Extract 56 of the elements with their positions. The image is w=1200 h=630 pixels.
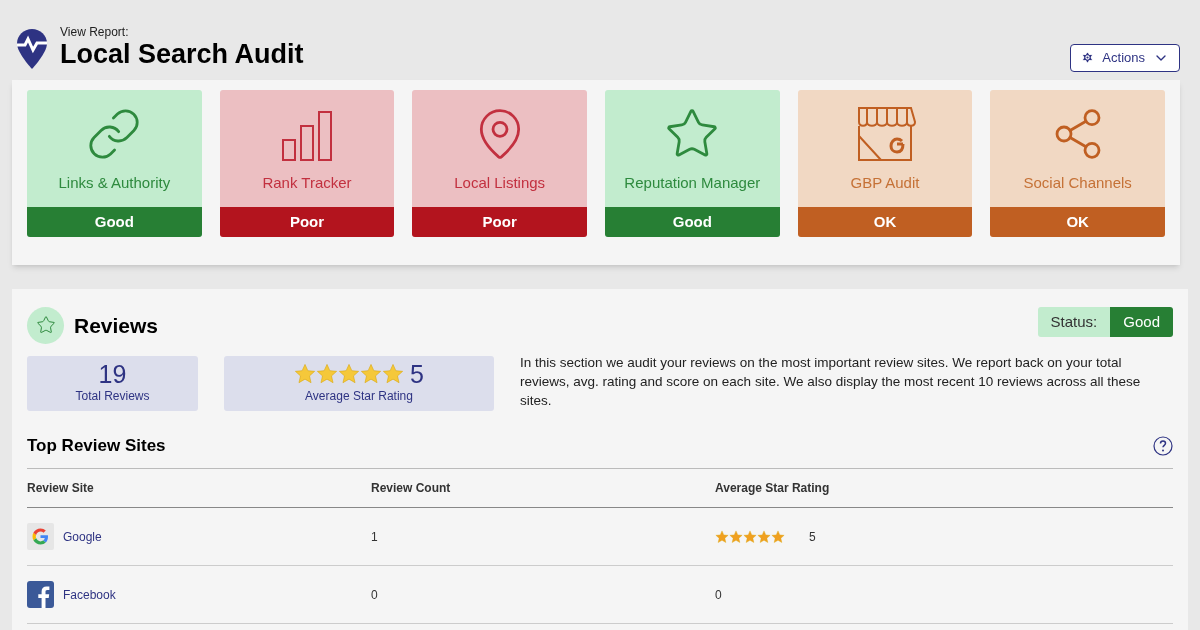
- total-label: Total Reviews: [75, 387, 150, 405]
- help-icon[interactable]: [1153, 435, 1173, 456]
- card-label: GBP Audit: [850, 173, 920, 194]
- status-bar: Poor: [412, 206, 587, 237]
- rating-star-icon: [771, 529, 785, 544]
- settings-icon: [1081, 51, 1095, 65]
- card-label: Local Listings: [454, 173, 546, 194]
- rating-star-icon: [757, 529, 771, 544]
- card-label: Social Channels: [1023, 173, 1132, 194]
- table-cell-text: 1: [371, 528, 379, 546]
- site-link[interactable]: Facebook: [63, 585, 116, 604]
- status-bar: OK: [990, 206, 1165, 237]
- card-label: Rank Tracker: [262, 173, 352, 194]
- rating-star-icon: [743, 529, 757, 544]
- star-icon: [35, 315, 56, 336]
- total-value: 19: [98, 361, 127, 387]
- audit-card[interactable]: Links & Authority Good: [27, 89, 202, 237]
- status-bar: Good: [27, 206, 202, 237]
- audit-card[interactable]: Reputation Manager Good: [605, 89, 780, 237]
- section-description: In this section we audit your reviews on the most important review sites. We report back on your total reviews, avg. rating and score on each site. We also display the most recent 10 reviews across all these sites.: [520, 353, 1142, 410]
- table-cell-text: 0: [371, 586, 379, 604]
- status-bar: Good: [605, 206, 780, 237]
- audit-card[interactable]: GBP Audit OK: [797, 89, 973, 237]
- average-label: Average Star Rating: [305, 387, 413, 405]
- table-cell-text: 5: [809, 528, 816, 546]
- facebook-icon: [27, 581, 54, 609]
- rating-star-icon: [294, 363, 317, 386]
- table-title: Top Review Sites: [27, 434, 166, 457]
- column-header: Review Count: [371, 480, 452, 498]
- rating-star-icon: [316, 363, 339, 386]
- audit-card[interactable]: Rank Tracker Poor: [219, 89, 395, 237]
- card-label: Reputation Manager: [624, 173, 761, 194]
- status-bar: Poor: [219, 206, 395, 237]
- site-link[interactable]: Google: [63, 527, 102, 546]
- section-title: Reviews: [74, 312, 159, 339]
- status-value: Good: [1110, 306, 1173, 338]
- column-header: Average Star Rating: [715, 480, 831, 498]
- column-header: Review Site: [27, 480, 95, 498]
- status-bar: OK: [797, 206, 973, 237]
- audit-card[interactable]: Social Channels OK: [990, 89, 1165, 237]
- rating-star-icon: [715, 529, 729, 544]
- page-title: Local Search Audit: [60, 39, 304, 71]
- rating-star-icon: [729, 529, 743, 544]
- bar-chart-icon: [281, 110, 333, 163]
- logo-icon: [16, 27, 48, 70]
- actions-button[interactable]: Actions: [1070, 43, 1180, 72]
- audit-card[interactable]: Local Listings Poor: [412, 89, 587, 237]
- average-value: 5: [410, 361, 424, 387]
- table-cell-text: 0: [715, 586, 722, 604]
- status-label: Status:: [1037, 306, 1111, 338]
- google-icon: [27, 523, 54, 551]
- card-label: Links & Authority: [58, 173, 171, 194]
- rating-star-icon: [382, 363, 405, 386]
- eyebrow-text: View Report:: [60, 26, 130, 38]
- rating-star-icon: [338, 363, 361, 386]
- rating-star-icon: [360, 363, 383, 386]
